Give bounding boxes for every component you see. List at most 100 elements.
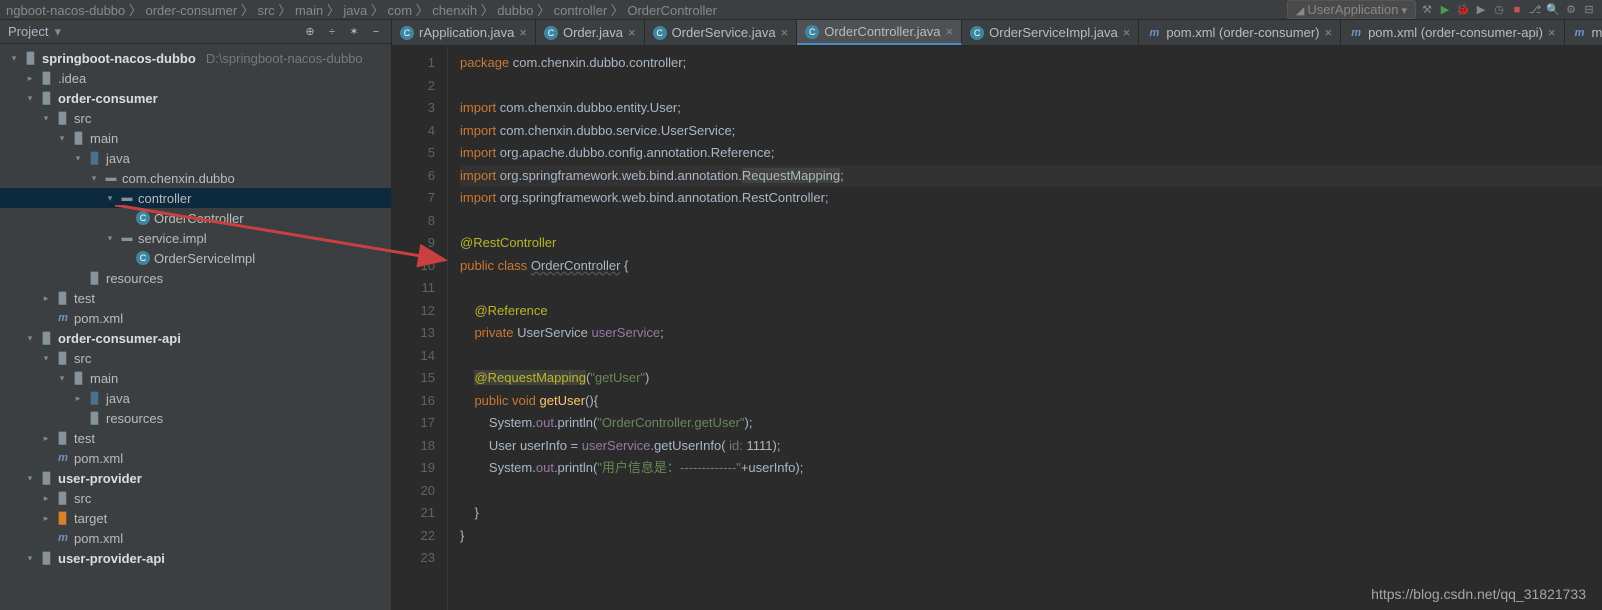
- tab-OrderService-java[interactable]: COrderService.java×: [645, 20, 798, 45]
- expand-arrow-icon[interactable]: ▾: [56, 133, 68, 144]
- tree-item-pom-xml[interactable]: mpom.xml: [0, 448, 391, 468]
- sidebar-title[interactable]: Project: [8, 24, 48, 39]
- hide-sidebar-icon[interactable]: −: [369, 25, 383, 39]
- coverage-icon[interactable]: ▶: [1474, 3, 1488, 17]
- code-line[interactable]: System.out.println("用户信息是：-------------"…: [460, 457, 1602, 480]
- tree-item-pom-xml[interactable]: mpom.xml: [0, 308, 391, 328]
- tree-item-service-impl[interactable]: ▾▬service.impl: [0, 228, 391, 248]
- tree-item--idea[interactable]: ▸▉.idea: [0, 68, 391, 88]
- tab-OrderController-java[interactable]: COrderController.java×: [797, 20, 962, 45]
- code-line[interactable]: public void getUser(){: [460, 390, 1602, 413]
- expand-arrow-icon[interactable]: ▸: [40, 493, 52, 504]
- expand-arrow-icon[interactable]: ▾: [88, 173, 100, 184]
- code-line[interactable]: [460, 345, 1602, 368]
- expand-arrow-icon[interactable]: ▸: [72, 393, 84, 404]
- tree-item-src[interactable]: ▾▉src: [0, 108, 391, 128]
- expand-arrow-icon[interactable]: ▸: [24, 73, 36, 84]
- code-line[interactable]: import com.chenxin.dubbo.service.UserSer…: [460, 120, 1602, 143]
- breadcrumb[interactable]: ngboot-nacos-dubbo 〉 order-consumer 〉 sr…: [6, 0, 717, 19]
- tree-item-test[interactable]: ▸▉test: [0, 428, 391, 448]
- tab-rApplication-java[interactable]: CrApplication.java×: [392, 20, 536, 45]
- code-line[interactable]: User userInfo = userService.getUserInfo(…: [460, 435, 1602, 458]
- run-config[interactable]: ◢ UserApplication ▾: [1287, 0, 1416, 19]
- code-line[interactable]: import org.apache.dubbo.config.annotatio…: [460, 142, 1602, 165]
- tree-item-order-consumer[interactable]: ▾▉order-consumer: [0, 88, 391, 108]
- expand-arrow-icon[interactable]: ▾: [56, 373, 68, 384]
- expand-arrow-icon[interactable]: ▾: [24, 553, 36, 564]
- code-line[interactable]: import org.springframework.web.bind.anno…: [460, 165, 1602, 188]
- search-icon[interactable]: 🔍: [1546, 3, 1560, 17]
- tree-item-src[interactable]: ▾▉src: [0, 348, 391, 368]
- tree-item-resources[interactable]: ▉resources: [0, 408, 391, 428]
- debug-icon[interactable]: 🐞: [1456, 3, 1470, 17]
- tree-item-pom-xml[interactable]: mpom.xml: [0, 528, 391, 548]
- tree-item-resources[interactable]: ▉resources: [0, 268, 391, 288]
- code-line[interactable]: [460, 547, 1602, 570]
- tree-item-springboot-nacos-dubbo[interactable]: ▾▉springboot-nacos-dubboD:\springboot-na…: [0, 48, 391, 68]
- tab-Order-java[interactable]: COrder.java×: [536, 20, 645, 45]
- tab-OrderServiceImpl-java[interactable]: COrderServiceImpl.java×: [962, 20, 1139, 45]
- code-line[interactable]: System.out.println("OrderController.getU…: [460, 412, 1602, 435]
- git-icon[interactable]: ⎇: [1528, 3, 1542, 17]
- tree-item-main[interactable]: ▾▉main: [0, 368, 391, 388]
- code-line[interactable]: public class OrderController {: [460, 255, 1602, 278]
- expand-arrow-icon[interactable]: ▾: [104, 193, 116, 204]
- code-line[interactable]: package com.chenxin.dubbo.controller;: [460, 52, 1602, 75]
- tab-pom-xml--order-consumer-api-[interactable]: mpom.xml (order-consumer-api)×: [1341, 20, 1564, 45]
- expand-arrow-icon[interactable]: ▾: [104, 233, 116, 244]
- tree-item-target[interactable]: ▸▉target: [0, 508, 391, 528]
- code-line[interactable]: import org.springframework.web.bind.anno…: [460, 187, 1602, 210]
- tree-item-OrderController[interactable]: COrderController: [0, 208, 391, 228]
- expand-arrow-icon[interactable]: ▾: [24, 93, 36, 104]
- close-icon[interactable]: ×: [628, 25, 636, 40]
- hammer-icon[interactable]: ⚒: [1420, 3, 1434, 17]
- project-tree[interactable]: ▾▉springboot-nacos-dubboD:\springboot-na…: [0, 44, 391, 610]
- tree-item-main[interactable]: ▾▉main: [0, 128, 391, 148]
- code-line[interactable]: [460, 75, 1602, 98]
- code-line[interactable]: [460, 277, 1602, 300]
- expand-arrow-icon[interactable]: ▾: [72, 153, 84, 164]
- code-line[interactable]: private UserService userService;: [460, 322, 1602, 345]
- stop-icon[interactable]: ■: [1510, 3, 1524, 17]
- tree-item-src[interactable]: ▸▉src: [0, 488, 391, 508]
- gear-icon[interactable]: ⚙: [1564, 3, 1578, 17]
- tree-item-test[interactable]: ▸▉test: [0, 288, 391, 308]
- profile-icon[interactable]: ◷: [1492, 3, 1506, 17]
- expand-arrow-icon[interactable]: ▸: [40, 433, 52, 444]
- expand-arrow-icon[interactable]: ▸: [40, 513, 52, 524]
- close-icon[interactable]: ×: [1324, 25, 1332, 40]
- tree-item-controller[interactable]: ▾▬controller: [0, 188, 391, 208]
- close-icon[interactable]: ×: [1123, 25, 1131, 40]
- code-line[interactable]: @RestController: [460, 232, 1602, 255]
- code-line[interactable]: [460, 210, 1602, 233]
- settings-icon[interactable]: ✶: [347, 25, 361, 39]
- code-content[interactable]: package com.chenxin.dubbo.controller; imp…: [448, 46, 1602, 610]
- code-line[interactable]: import com.chenxin.dubbo.entity.User;: [460, 97, 1602, 120]
- code-line[interactable]: }: [460, 525, 1602, 548]
- code-line[interactable]: @RequestMapping("getUser"): [460, 367, 1602, 390]
- code-area[interactable]: 1234567891011121314151617181920212223 pa…: [392, 46, 1602, 610]
- collapse-icon[interactable]: ÷: [325, 25, 339, 39]
- tree-item-java[interactable]: ▾▉java: [0, 148, 391, 168]
- code-line[interactable]: @Reference: [460, 300, 1602, 323]
- tree-item-user-provider[interactable]: ▾▉user-provider: [0, 468, 391, 488]
- tab-pom-xml--order-consumer-[interactable]: mpom.xml (order-consumer)×: [1139, 20, 1341, 45]
- expand-arrow-icon[interactable]: ▾: [24, 333, 36, 344]
- expand-arrow-icon[interactable]: ▾: [40, 113, 52, 124]
- close-icon[interactable]: ×: [519, 25, 527, 40]
- target-icon[interactable]: ⊕: [303, 25, 317, 39]
- code-line[interactable]: [460, 480, 1602, 503]
- expand-arrow-icon[interactable]: ▾: [40, 353, 52, 364]
- close-icon[interactable]: ×: [781, 25, 789, 40]
- code-line[interactable]: }: [460, 502, 1602, 525]
- tree-item-java[interactable]: ▸▉java: [0, 388, 391, 408]
- tree-item-user-provider-api[interactable]: ▾▉user-provider-api: [0, 548, 391, 568]
- hide-icon[interactable]: ⊟: [1582, 3, 1596, 17]
- expand-arrow-icon[interactable]: ▸: [40, 293, 52, 304]
- expand-arrow-icon[interactable]: ▾: [8, 53, 20, 64]
- close-icon[interactable]: ×: [1548, 25, 1556, 40]
- tree-item-com-chenxin-dubbo[interactable]: ▾▬com.chenxin.dubbo: [0, 168, 391, 188]
- play-icon[interactable]: ▶: [1438, 3, 1452, 17]
- expand-arrow-icon[interactable]: ▾: [24, 473, 36, 484]
- tab-m[interactable]: mm: [1565, 20, 1602, 45]
